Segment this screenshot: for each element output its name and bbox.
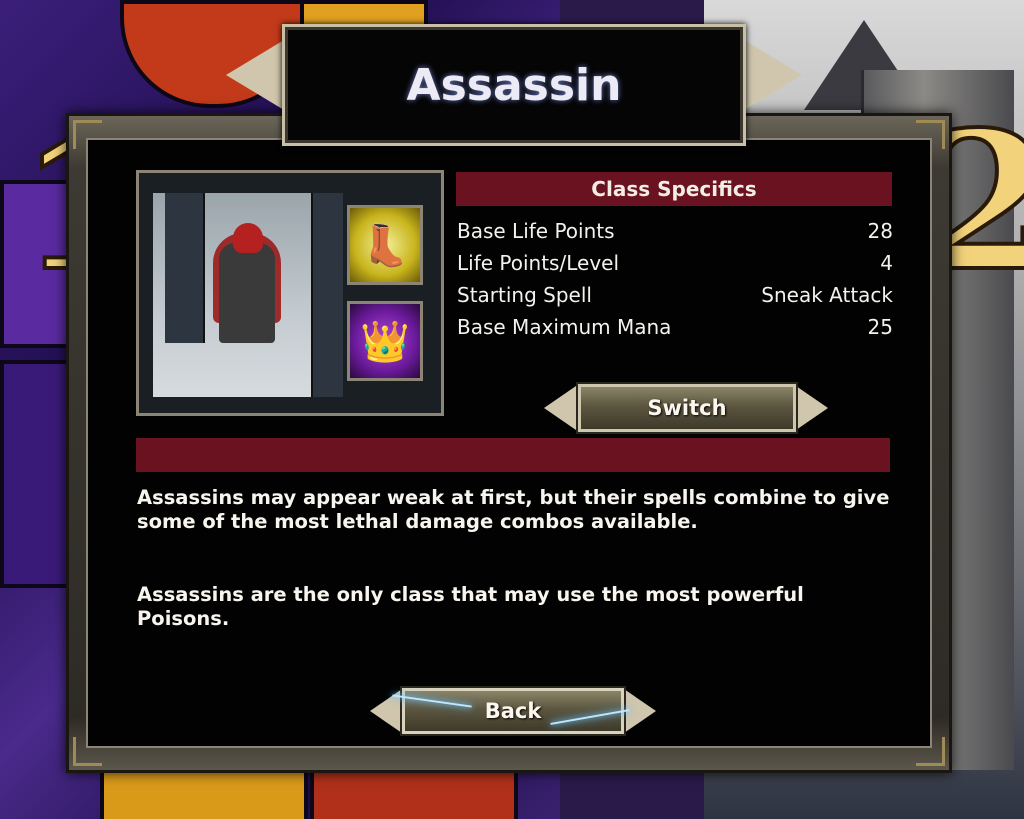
switch-button[interactable]: Switch [578, 384, 796, 432]
description-paragraph-2: Assassins are the only class that may us… [137, 583, 804, 630]
stat-row-base-life-points: Base Life Points 28 [457, 216, 893, 246]
stat-label: Starting Spell [457, 283, 592, 307]
boot-icon[interactable]: 👢 [347, 205, 423, 285]
stat-row-life-points-level: Life Points/Level 4 [457, 248, 893, 278]
class-title: Assassin [406, 59, 622, 111]
panel-corner [73, 737, 102, 766]
stat-row-base-maximum-mana: Base Maximum Mana 25 [457, 312, 893, 342]
stat-value: Sneak Attack [761, 283, 893, 307]
title-wing-left [226, 40, 284, 110]
switch-button-tip-left [544, 386, 576, 430]
stone-wall [165, 193, 205, 343]
title-wing-right [744, 40, 802, 110]
stat-value: 28 [867, 219, 893, 243]
hero-body [219, 243, 275, 343]
description-header-bar [136, 438, 890, 472]
stat-value: 4 [880, 251, 893, 275]
assassin-portrait-image [153, 193, 343, 397]
stat-label: Base Maximum Mana [457, 315, 672, 339]
stat-label: Base Life Points [457, 219, 615, 243]
class-portrait: 👢 👑 [136, 170, 444, 416]
panel-corner [916, 737, 945, 766]
class-specifics-header: Class Specifics [456, 172, 892, 206]
panel-corner [916, 120, 945, 149]
stat-label: Life Points/Level [457, 251, 620, 275]
description-paragraph-1: Assassins may appear weak at first, but … [137, 486, 890, 533]
crown-icon[interactable]: 👑 [347, 301, 423, 381]
stat-value: 25 [867, 315, 893, 339]
hero-hood [233, 223, 263, 253]
panel-corner [73, 120, 102, 149]
title-banner: Assassin [282, 24, 746, 146]
stone-wall [311, 193, 343, 397]
switch-button-tip-right [796, 386, 828, 430]
stat-row-starting-spell: Starting Spell Sneak Attack [457, 280, 893, 310]
back-button[interactable]: Back [402, 688, 624, 734]
